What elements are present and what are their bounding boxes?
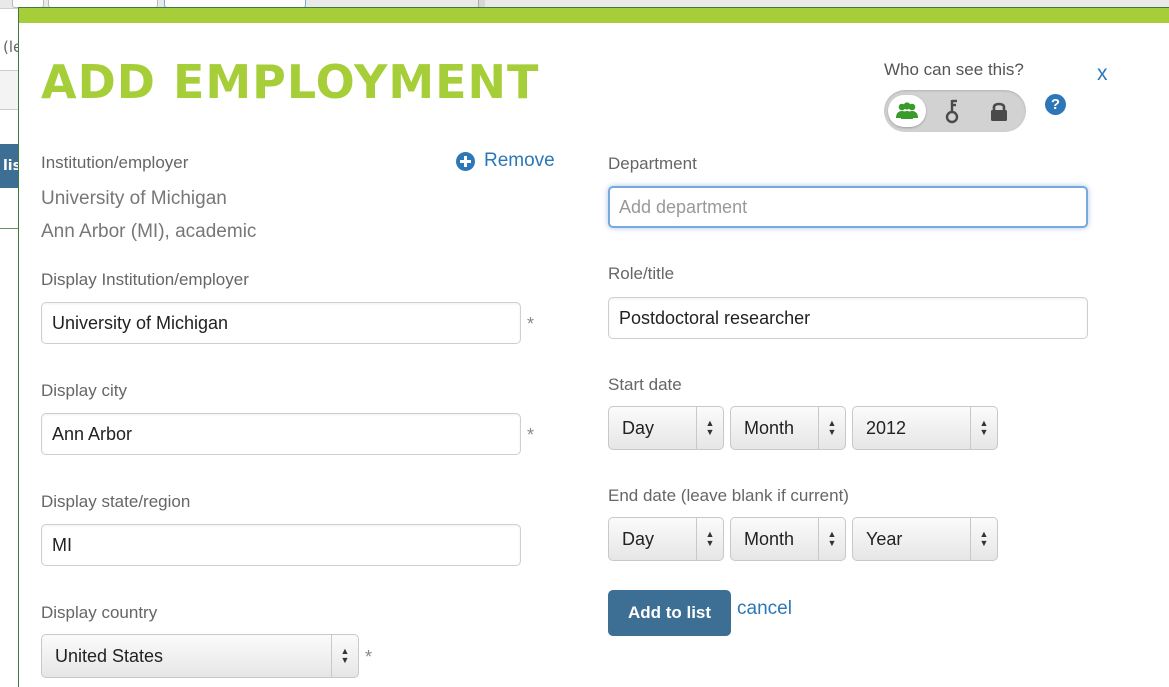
add-employment-modal: ADD EMPLOYMENT Who can see this? ? x Ins… bbox=[18, 7, 1169, 687]
visibility-only-me-option[interactable] bbox=[982, 95, 1016, 127]
background-divider bbox=[0, 228, 18, 229]
select-arrows-icon: ▲ ▼ bbox=[696, 407, 723, 449]
required-marker: * bbox=[527, 314, 535, 334]
end-year-value: Year bbox=[866, 529, 903, 549]
department-input[interactable] bbox=[608, 186, 1088, 228]
background-button-fragment: lis bbox=[0, 144, 18, 188]
end-year-select[interactable]: Year ▲ ▼ bbox=[852, 517, 998, 561]
required-marker: * bbox=[527, 425, 535, 445]
visibility-trusted-option[interactable] bbox=[935, 95, 969, 127]
role-input[interactable]: Postdoctoral researcher bbox=[608, 297, 1088, 339]
display-city-input[interactable]: Ann Arbor bbox=[41, 413, 521, 455]
display-country-value: United States bbox=[55, 646, 164, 666]
help-icon[interactable]: ? bbox=[1045, 94, 1066, 115]
select-arrows-icon: ▲ ▼ bbox=[970, 518, 997, 560]
required-marker: * bbox=[365, 647, 373, 667]
end-date-label: End date (leave blank if current) bbox=[608, 486, 849, 505]
select-arrows-icon: ▲ ▼ bbox=[696, 518, 723, 560]
end-day-value: Day bbox=[622, 529, 655, 549]
end-day-select[interactable]: Day ▲ ▼ bbox=[608, 517, 724, 561]
display-state-input[interactable]: MI bbox=[41, 524, 521, 566]
select-arrows-icon: ▲ ▼ bbox=[970, 407, 997, 449]
modal-title: ADD EMPLOYMENT bbox=[41, 55, 540, 109]
select-arrows-icon: ▲ ▼ bbox=[331, 635, 358, 677]
remove-institution-link[interactable]: Remove bbox=[456, 150, 555, 172]
institution-label: Institution/employer bbox=[41, 153, 189, 172]
display-city-label: Display city bbox=[41, 381, 127, 400]
start-day-select[interactable]: Day ▲ ▼ bbox=[608, 406, 724, 450]
end-month-select[interactable]: Month ▲ ▼ bbox=[730, 517, 846, 561]
display-institution-input[interactable]: University of Michigan bbox=[41, 302, 521, 344]
select-arrows-icon: ▲ ▼ bbox=[818, 407, 845, 449]
display-state-label: Display state/region bbox=[41, 492, 191, 511]
start-date-label: Start date bbox=[608, 375, 682, 394]
start-month-value: Month bbox=[744, 418, 795, 438]
display-country-label: Display country bbox=[41, 603, 158, 622]
visibility-everyone-option[interactable] bbox=[888, 95, 926, 127]
institution-location: Ann Arbor (MI), academic bbox=[41, 221, 257, 242]
background-box-fragment bbox=[0, 70, 18, 110]
add-to-list-button[interactable]: Add to list bbox=[608, 590, 731, 636]
visibility-label: Who can see this? bbox=[884, 60, 1024, 79]
institution-name: University of Michigan bbox=[41, 188, 227, 209]
end-month-value: Month bbox=[744, 529, 795, 549]
department-label: Department bbox=[608, 154, 697, 173]
display-country-select[interactable]: United States ▲ ▼ bbox=[41, 634, 359, 678]
lock-icon bbox=[991, 102, 1007, 121]
group-icon bbox=[896, 102, 918, 119]
visibility-selector bbox=[884, 90, 1026, 132]
display-institution-label: Display Institution/employer bbox=[41, 270, 249, 289]
start-day-value: Day bbox=[622, 418, 655, 438]
role-label: Role/title bbox=[608, 264, 675, 283]
start-month-select[interactable]: Month ▲ ▼ bbox=[730, 406, 846, 450]
modal-accent-bar bbox=[19, 8, 1169, 23]
select-arrows-icon: ▲ ▼ bbox=[818, 518, 845, 560]
close-icon[interactable]: x bbox=[1097, 62, 1108, 86]
remove-icon bbox=[456, 151, 475, 171]
remove-label: Remove bbox=[484, 150, 555, 171]
start-year-value: 2012 bbox=[866, 418, 907, 438]
cancel-link[interactable]: cancel bbox=[737, 598, 792, 620]
key-icon bbox=[945, 99, 959, 124]
start-year-select[interactable]: 2012 ▲ ▼ bbox=[852, 406, 998, 450]
